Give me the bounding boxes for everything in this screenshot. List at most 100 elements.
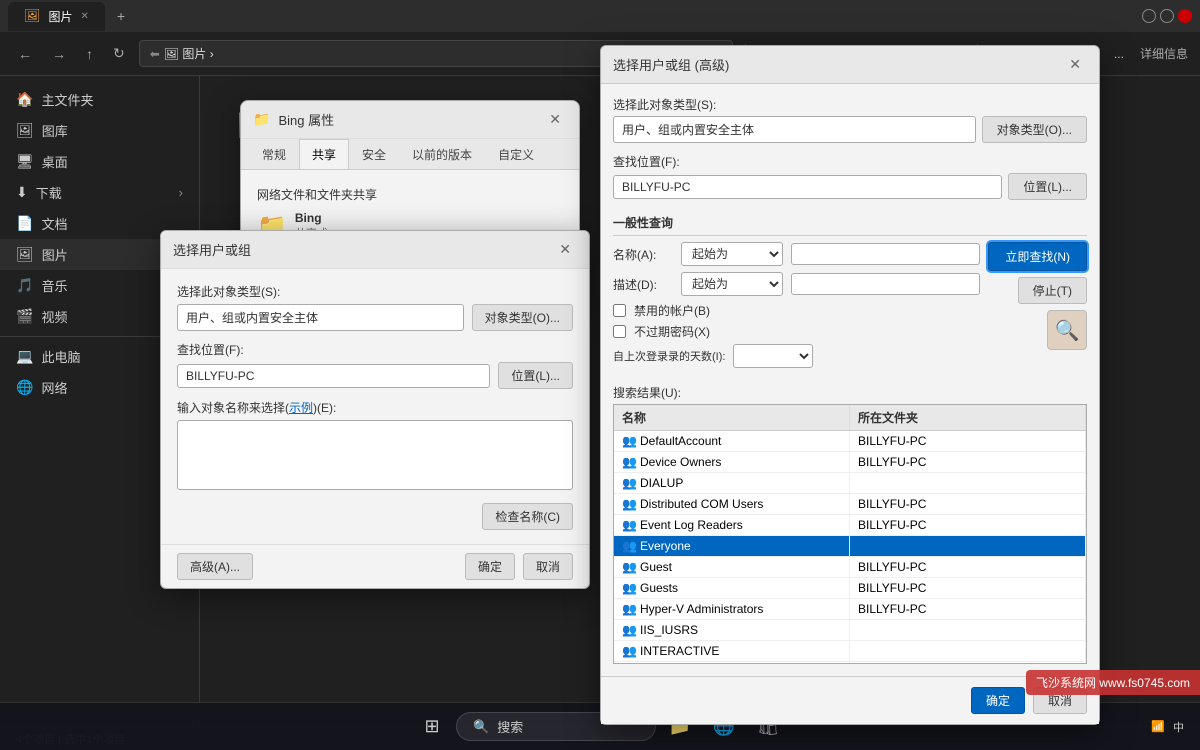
user-group-icon: 👥 [622,644,636,658]
adv-result-row[interactable]: 👥Device OwnersBILLYFU-PC [614,452,1086,473]
adv-result-folder: BILLYFU-PC [850,515,1086,535]
adv-result-folder: BILLYFU-PC [850,452,1086,472]
tab-previous[interactable]: 以前的版本 [399,139,485,169]
adv-days-select[interactable] [733,344,813,368]
adv-name-input[interactable] [791,243,981,265]
adv-result-row[interactable]: 👥GuestBILLYFU-PC [614,557,1086,578]
refresh-btn[interactable]: ↻ [107,41,131,66]
adv-title: 选择用户或组 (高级) [613,55,1055,74]
documents-icon: 📄 [16,215,33,232]
result-name-text: INTERACTIVE [640,644,719,658]
maximize-btn[interactable] [1160,9,1174,23]
bing-dialog-icon: 📁 [253,111,270,128]
adv-result-row[interactable]: 👥GuestsBILLYFU-PC [614,578,1086,599]
adv-location-btn[interactable]: 位置(L)... [1008,173,1087,200]
adv-result-row[interactable]: 👥Distributed COM UsersBILLYFU-PC [614,494,1086,515]
tab-close-btn[interactable]: ✕ [81,11,89,22]
advanced-btn[interactable]: 高级(A)... [177,553,253,580]
adv-results-body: 👥DefaultAccountBILLYFU-PC👥Device OwnersB… [614,431,1086,664]
adv-location-value: BILLYFU-PC [613,175,1002,199]
adv-disabled-checkbox[interactable] [613,304,626,317]
user-group-icon: 👥 [622,434,636,448]
adv-result-row[interactable]: 👥IIS_IUSRS [614,620,1086,641]
object-type-btn[interactable]: 对象类型(O)... [472,304,573,331]
location-btn[interactable]: 位置(L)... [498,362,573,389]
tab-general[interactable]: 常规 [249,139,299,169]
adv-result-row[interactable]: 👥DIALUP [614,473,1086,494]
adv-days-label: 自上次登录录的天数(I): [613,348,725,364]
bing-dialog-title-bar: 📁 Bing 属性 ✕ [241,101,579,139]
active-tab[interactable]: 🖼 图片 ✕ [8,2,105,31]
adv-result-row[interactable]: 👥 INTERACTIVE [614,641,1086,662]
location-row: BILLYFU-PC 位置(L)... [177,362,573,389]
sidebar-label-videos: 视频 [41,307,67,326]
select-user-close[interactable]: ✕ [553,239,577,260]
user-group-icon: 👥 [622,560,636,574]
adv-find-btn[interactable]: 立即查找(N) [988,242,1087,271]
adv-footer: 确定 取消 [601,676,1099,724]
up-btn[interactable]: ↑ [80,42,99,66]
more-btn[interactable]: ... [1106,43,1132,65]
sidebar-item-gallery[interactable]: 🖼 图库 [0,115,199,146]
adv-result-row[interactable]: 👥Event Log ReadersBILLYFU-PC [614,515,1086,536]
new-tab-btn[interactable]: + [109,2,133,30]
adv-desc-filter[interactable]: 起始为 [681,272,783,296]
adv-result-row[interactable]: 👥Hyper-V AdministratorsBILLYFU-PC [614,599,1086,620]
result-name-text: Event Log Readers [640,518,743,532]
adv-general-query-header: 一般性查询 [613,214,1087,236]
object-name-input[interactable] [177,420,573,490]
tab-security[interactable]: 安全 [349,139,399,169]
select-user-title-bar: 选择用户或组 ✕ [161,231,589,269]
adv-object-type-btn[interactable]: 对象类型(O)... [982,116,1087,143]
adv-result-row[interactable]: 👥IUSR [614,662,1086,664]
bing-dialog-close[interactable]: ✕ [543,109,567,130]
adv-result-row[interactable]: 👥DefaultAccountBILLYFU-PC [614,431,1086,452]
pictures-icon: 🖼 [16,246,34,263]
forward-btn[interactable]: → [46,42,72,66]
sidebar-item-desktop[interactable]: 🖥 桌面 [0,146,199,177]
sidebar-label-pictures: 图片 [42,245,68,264]
start-btn[interactable]: ⊞ [412,707,452,747]
details-btn[interactable]: 详细信息 [1140,45,1188,62]
adv-result-row[interactable]: 👥Everyone [614,536,1086,557]
adv-desc-input[interactable] [791,273,981,295]
adv-result-name: 👥Guest [614,557,850,577]
adv-close-btn[interactable]: ✕ [1063,54,1087,75]
adv-stop-btn[interactable]: 停止(T) [1018,277,1087,304]
select-user-footer: 高级(A)... 确定 取消 [161,544,589,588]
adv-object-type-label: 选择此对象类型(S): [613,96,1087,113]
adv-ok-btn[interactable]: 确定 [971,687,1025,714]
su-ok-btn[interactable]: 确定 [465,553,515,580]
adv-name-filter[interactable]: 起始为 [681,242,783,266]
adv-noexpire-row: 不过期密码(X) [613,323,980,340]
sidebar-item-home[interactable]: 🏠 主文件夹 [0,84,199,115]
su-cancel-btn[interactable]: 取消 [523,553,573,580]
adv-noexpire-checkbox[interactable] [613,325,626,338]
minimize-btn[interactable] [1142,9,1156,23]
sidebar-item-downloads[interactable]: ⬇ 下载 › [0,177,199,208]
tab-custom[interactable]: 自定义 [485,139,547,169]
dialog-advanced: 选择用户或组 (高级) ✕ 选择此对象类型(S): 用户、组或内置安全主体 对象… [600,45,1100,725]
adv-find-buttons: 立即查找(N) 停止(T) 🔍 [988,242,1087,374]
check-names-btn[interactable]: 检查名称(C) [482,503,573,530]
back-btn[interactable]: ← [12,42,38,66]
user-group-icon: 👥 [622,539,636,553]
adv-results-table[interactable]: 名称 所在文件夹 👥DefaultAccountBILLYFU-PC👥Devic… [613,404,1087,664]
close-btn[interactable] [1178,9,1192,23]
object-type-label: 选择此对象类型(S): [177,283,573,300]
chevron-downloads: › [179,185,183,200]
music-icon: 🎵 [16,277,33,294]
taskbar-right: 📶 中 [1151,719,1184,735]
desktop-icon: 🖥 [16,153,34,170]
adv-object-type-section: 选择此对象类型(S): 用户、组或内置安全主体 对象类型(O)... [613,96,1087,143]
adv-body: 选择此对象类型(S): 用户、组或内置安全主体 对象类型(O)... 查找位置(… [601,84,1099,676]
search-animation-icon: 🔍 [1047,310,1087,350]
toolbar-right: 详细信息 [1140,45,1188,62]
adv-object-type-row: 用户、组或内置安全主体 对象类型(O)... [613,116,1087,143]
ok-cancel-row: 确定 取消 [465,553,573,580]
adv-object-type-value: 用户、组或内置安全主体 [613,116,976,143]
object-type-value: 用户、组或内置安全主体 [177,304,464,331]
gallery-icon: 🖼 [16,122,34,139]
adv-result-name: 👥IUSR [614,662,850,664]
tab-share[interactable]: 共享 [299,139,349,169]
